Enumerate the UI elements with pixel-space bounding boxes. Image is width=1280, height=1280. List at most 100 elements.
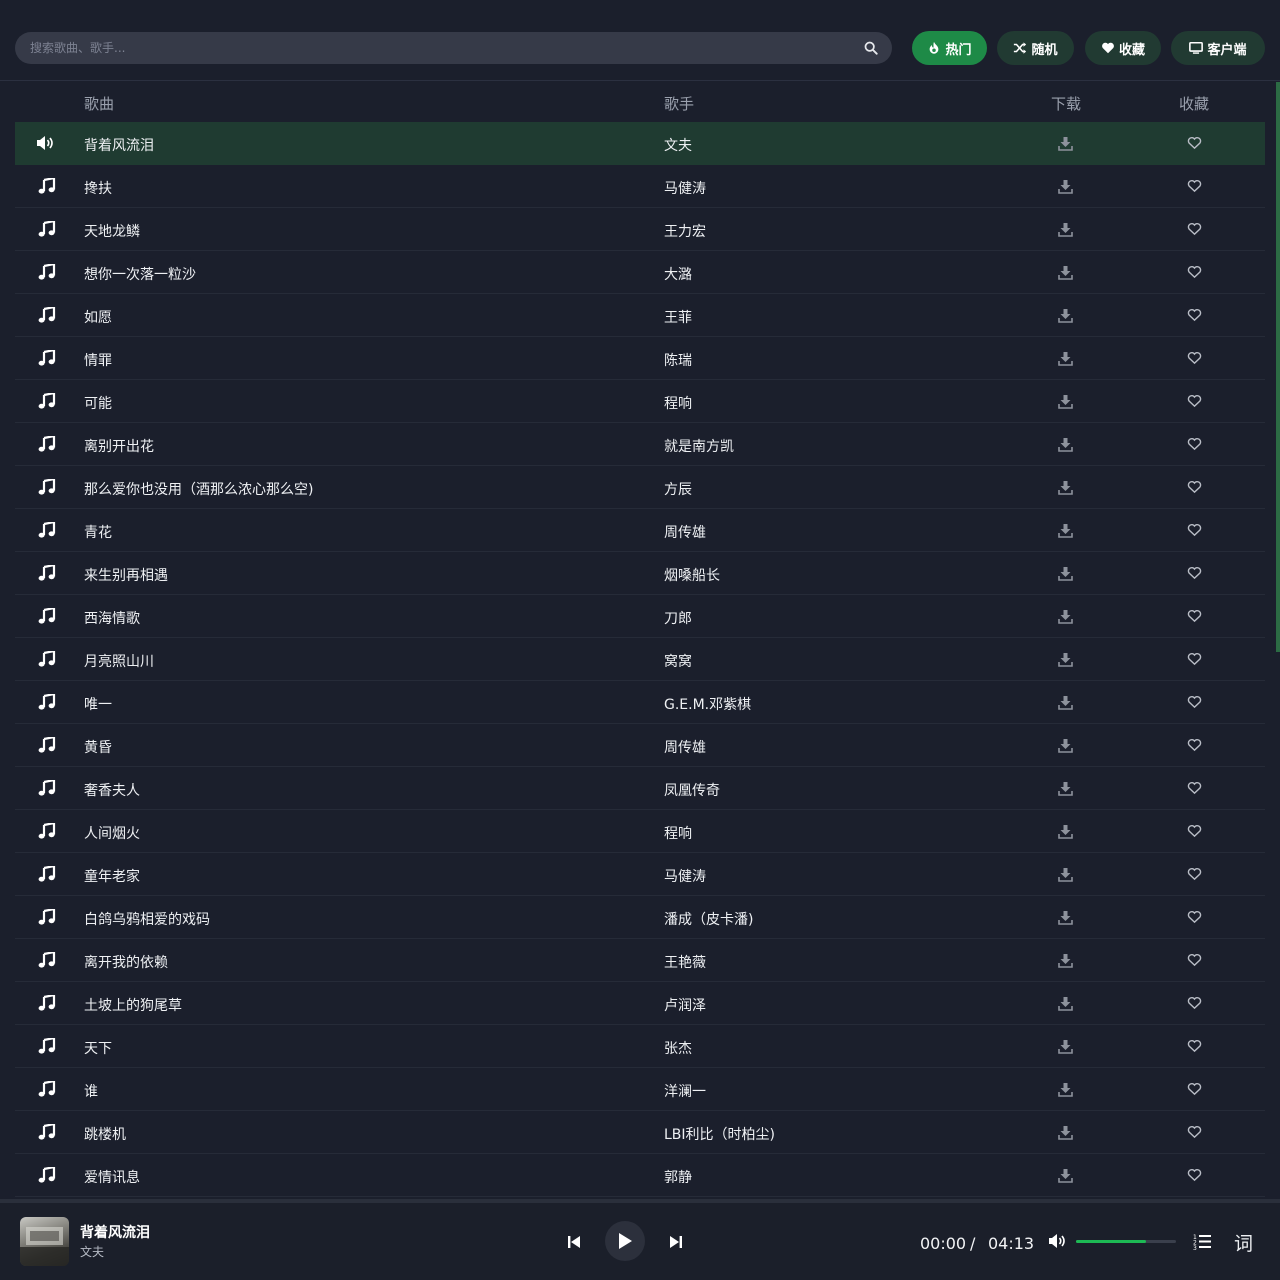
volume-icon[interactable] bbox=[1048, 1233, 1067, 1249]
song-artist: G.E.M.邓紫棋 bbox=[664, 697, 752, 713]
table-row[interactable]: 黄昏 周传雄 bbox=[15, 724, 1265, 767]
top-bar: 热门 随机 收藏 客户端 bbox=[0, 0, 1280, 81]
heart-outline-icon[interactable] bbox=[1187, 1168, 1202, 1182]
download-icon[interactable] bbox=[1058, 996, 1073, 1011]
download-icon[interactable] bbox=[1058, 867, 1073, 882]
play-button[interactable] bbox=[605, 1221, 645, 1261]
download-icon[interactable] bbox=[1058, 523, 1073, 538]
heart-outline-icon[interactable] bbox=[1187, 437, 1202, 451]
table-row[interactable]: 离开我的依赖 王艳薇 bbox=[15, 939, 1265, 982]
music-note-icon bbox=[38, 305, 56, 323]
table-row[interactable]: 人间烟火 程响 bbox=[15, 810, 1265, 853]
download-icon[interactable] bbox=[1058, 179, 1073, 194]
download-icon[interactable] bbox=[1058, 609, 1073, 624]
heart-outline-icon[interactable] bbox=[1187, 179, 1202, 193]
heart-outline-icon[interactable] bbox=[1187, 1082, 1202, 1096]
download-icon[interactable] bbox=[1058, 738, 1073, 753]
next-icon[interactable] bbox=[669, 1235, 683, 1249]
random-button[interactable]: 随机 bbox=[997, 31, 1074, 65]
download-icon[interactable] bbox=[1058, 222, 1073, 237]
heart-outline-icon[interactable] bbox=[1187, 222, 1202, 236]
heart-outline-icon[interactable] bbox=[1187, 996, 1202, 1010]
download-icon[interactable] bbox=[1058, 1082, 1073, 1097]
download-icon[interactable] bbox=[1058, 652, 1073, 667]
table-row[interactable]: 谁 洋澜一 bbox=[15, 1068, 1265, 1111]
table-row[interactable]: 那么爱你也没用（酒那么浓心那么空) 方辰 bbox=[15, 466, 1265, 509]
download-icon[interactable] bbox=[1058, 1039, 1073, 1054]
download-icon[interactable] bbox=[1058, 265, 1073, 280]
table-row[interactable]: 土坡上的狗尾草 卢润泽 bbox=[15, 982, 1265, 1025]
download-icon[interactable] bbox=[1058, 394, 1073, 409]
search-input[interactable] bbox=[15, 32, 855, 64]
table-row[interactable]: 来生别再相遇 烟嗓船长 bbox=[15, 552, 1265, 595]
previous-icon[interactable] bbox=[567, 1235, 581, 1249]
client-button[interactable]: 客户端 bbox=[1171, 31, 1265, 65]
table-row[interactable]: 天地龙鳞 王力宏 bbox=[15, 208, 1265, 251]
song-artist: 文夫 bbox=[664, 138, 692, 154]
hot-label: 热门 bbox=[945, 42, 972, 58]
song-title: 想你一次落一粒沙 bbox=[84, 267, 196, 283]
table-row[interactable]: 白鸽乌鸦相爱的戏码 潘成（皮卡潘) bbox=[15, 896, 1265, 939]
heart-outline-icon[interactable] bbox=[1187, 523, 1202, 537]
table-row[interactable]: 唯一 G.E.M.邓紫棋 bbox=[15, 681, 1265, 724]
heart-outline-icon[interactable] bbox=[1187, 738, 1202, 752]
time-separator: / bbox=[970, 1234, 976, 1253]
heart-outline-icon[interactable] bbox=[1187, 308, 1202, 322]
heart-outline-icon[interactable] bbox=[1187, 910, 1202, 924]
heart-outline-icon[interactable] bbox=[1187, 265, 1202, 279]
table-row[interactable]: 月亮照山川 窝窝 bbox=[15, 638, 1265, 681]
heart-outline-icon[interactable] bbox=[1187, 351, 1202, 365]
search-icon[interactable] bbox=[864, 41, 878, 55]
download-icon[interactable] bbox=[1058, 480, 1073, 495]
table-row[interactable]: 想你一次落一粒沙 大潞 bbox=[15, 251, 1265, 294]
table-row[interactable]: 情罪 陈瑞 bbox=[15, 337, 1265, 380]
favorites-button[interactable]: 收藏 bbox=[1085, 31, 1161, 65]
playlist-icon[interactable]: 1 2 3 bbox=[1193, 1233, 1211, 1250]
heart-outline-icon[interactable] bbox=[1187, 394, 1202, 408]
table-row[interactable]: 奢香夫人 凤凰传奇 bbox=[15, 767, 1265, 810]
heart-outline-icon[interactable] bbox=[1187, 1039, 1202, 1053]
table-row[interactable]: 西海情歌 刀郎 bbox=[15, 595, 1265, 638]
download-icon[interactable] bbox=[1058, 136, 1073, 151]
heart-outline-icon[interactable] bbox=[1187, 609, 1202, 623]
heart-outline-icon[interactable] bbox=[1187, 136, 1202, 150]
table-row[interactable]: 童年老家 马健涛 bbox=[15, 853, 1265, 896]
download-icon[interactable] bbox=[1058, 437, 1073, 452]
table-row[interactable]: 离别开出花 就是南方凯 bbox=[15, 423, 1265, 466]
heart-outline-icon[interactable] bbox=[1187, 781, 1202, 795]
table-row[interactable]: 可能 程响 bbox=[15, 380, 1265, 423]
table-row[interactable]: 如愿 王菲 bbox=[15, 294, 1265, 337]
download-icon[interactable] bbox=[1058, 695, 1073, 710]
download-icon[interactable] bbox=[1058, 566, 1073, 581]
scrollbar-thumb[interactable] bbox=[1276, 82, 1280, 652]
music-note-icon bbox=[38, 735, 56, 753]
download-icon[interactable] bbox=[1058, 308, 1073, 323]
hot-button[interactable]: 热门 bbox=[912, 31, 987, 65]
heart-outline-icon[interactable] bbox=[1187, 824, 1202, 838]
download-icon[interactable] bbox=[1058, 953, 1073, 968]
download-icon[interactable] bbox=[1058, 1125, 1073, 1140]
heart-outline-icon[interactable] bbox=[1187, 566, 1202, 580]
table-row[interactable]: 爱情讯息 郭静 bbox=[15, 1154, 1265, 1197]
heart-outline-icon[interactable] bbox=[1187, 652, 1202, 666]
song-title: 来生别再相遇 bbox=[84, 568, 168, 584]
heart-outline-icon[interactable] bbox=[1187, 953, 1202, 967]
music-note-icon bbox=[38, 348, 56, 366]
table-row[interactable]: 青花 周传雄 bbox=[15, 509, 1265, 552]
download-icon[interactable] bbox=[1058, 824, 1073, 839]
download-icon[interactable] bbox=[1058, 910, 1073, 925]
heart-outline-icon[interactable] bbox=[1187, 867, 1202, 881]
download-icon[interactable] bbox=[1058, 351, 1073, 366]
lyrics-button[interactable]: 词 bbox=[1234, 1229, 1253, 1256]
table-row[interactable]: 天下 张杰 bbox=[15, 1025, 1265, 1068]
heart-outline-icon[interactable] bbox=[1187, 1125, 1202, 1139]
volume-slider[interactable] bbox=[1076, 1240, 1176, 1243]
download-icon[interactable] bbox=[1058, 781, 1073, 796]
table-row[interactable]: 背着风流泪 文夫 bbox=[15, 122, 1265, 165]
album-cover[interactable] bbox=[20, 1217, 69, 1266]
heart-outline-icon[interactable] bbox=[1187, 695, 1202, 709]
table-row[interactable]: 跳楼机 LBI利比（时柏尘) bbox=[15, 1111, 1265, 1154]
table-row[interactable]: 搀扶 马健涛 bbox=[15, 165, 1265, 208]
download-icon[interactable] bbox=[1058, 1168, 1073, 1183]
heart-outline-icon[interactable] bbox=[1187, 480, 1202, 494]
